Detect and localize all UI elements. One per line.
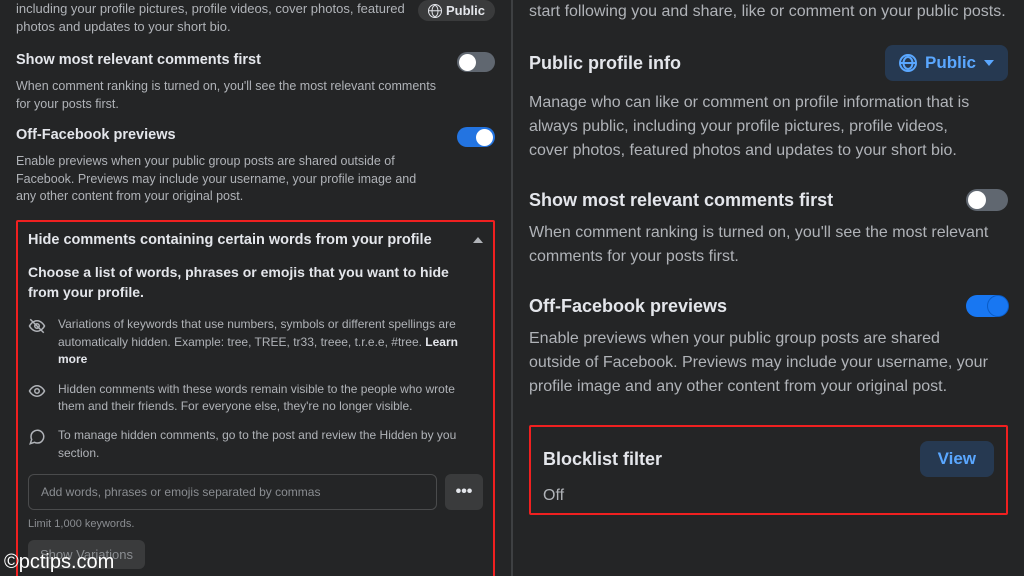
public-label: Public <box>446 3 485 18</box>
previews-toggle-r[interactable] <box>966 295 1008 317</box>
blocklist-row: Blocklist filter View <box>543 441 994 477</box>
more-options-button[interactable]: ••• <box>445 474 483 510</box>
relevant-desc: When comment ranking is turned on, you'l… <box>16 78 436 113</box>
hide-words-title: Hide comments containing certain words f… <box>28 232 432 248</box>
previews-toggle[interactable] <box>457 127 495 147</box>
blocklist-highlight: Blocklist filter View Off <box>529 425 1008 515</box>
view-button[interactable]: View <box>920 441 994 477</box>
relevant-row-r: Show most relevant comments first <box>529 189 1008 211</box>
public-label-r: Public <box>925 53 976 73</box>
info-row-hidden: Hidden comments with these words remain … <box>28 381 483 416</box>
blocklist-status: Off <box>543 487 994 505</box>
relevant-toggle[interactable] <box>457 52 495 72</box>
info-text-2: Hidden comments with these words remain … <box>58 381 483 416</box>
info-text-1: Variations of keywords that use numbers,… <box>58 316 483 368</box>
globe-icon <box>428 4 442 18</box>
info-text-3: To manage hidden comments, go to the pos… <box>58 427 483 462</box>
previews-title: Off-Facebook previews <box>16 127 176 143</box>
word-input-row: ••• <box>28 474 483 510</box>
profile-info-desc: Manage who can like or comment on profil… <box>529 91 989 163</box>
info-row-manage: To manage hidden comments, go to the pos… <box>28 427 483 462</box>
partial-description: including your profile pictures, profile… <box>16 0 418 36</box>
relevant-title-r: Show most relevant comments first <box>529 190 833 211</box>
public-selector-r[interactable]: Public <box>885 45 1008 81</box>
relevant-comments-row: Show most relevant comments first <box>16 52 495 72</box>
globe-icon <box>899 54 917 72</box>
relevant-desc-r: When comment ranking is turned on, you'l… <box>529 221 989 269</box>
public-selector[interactable]: Public <box>418 0 495 21</box>
profile-info-row: Public profile info Public <box>529 45 1008 81</box>
profile-info-title: Public profile info <box>529 53 681 74</box>
chevron-up-icon <box>473 237 483 243</box>
previews-desc-r: Enable previews when your public group p… <box>529 327 989 399</box>
partial-setting-row: including your profile pictures, profile… <box>16 0 495 46</box>
hide-words-header[interactable]: Hide comments containing certain words f… <box>28 232 483 248</box>
info-row-variations: Variations of keywords that use numbers,… <box>28 316 483 368</box>
partial-description-r: start following you and share, like or c… <box>529 0 1008 23</box>
previews-desc: Enable previews when your public group p… <box>16 153 436 206</box>
right-settings-panel: start following you and share, like or c… <box>513 0 1024 576</box>
previews-title-r: Off-Facebook previews <box>529 296 727 317</box>
comment-icon <box>28 428 46 446</box>
eye-hidden-icon <box>28 317 46 335</box>
relevant-title: Show most relevant comments first <box>16 52 261 68</box>
eye-icon <box>28 382 46 400</box>
hide-words-sub: Choose a list of words, phrases or emoji… <box>28 262 458 303</box>
keyword-limit: Limit 1,000 keywords. <box>28 518 483 530</box>
word-input[interactable] <box>28 474 437 510</box>
hide-words-section-highlight: Hide comments containing certain words f… <box>16 220 495 576</box>
left-settings-panel: including your profile pictures, profile… <box>0 0 513 576</box>
off-fb-previews-row: Off-Facebook previews <box>16 127 495 147</box>
relevant-toggle-r[interactable] <box>966 189 1008 211</box>
watermark: ©pctips.com <box>4 551 114 574</box>
chevron-down-icon <box>984 60 994 66</box>
blocklist-title: Blocklist filter <box>543 449 662 470</box>
previews-row-r: Off-Facebook previews <box>529 295 1008 317</box>
